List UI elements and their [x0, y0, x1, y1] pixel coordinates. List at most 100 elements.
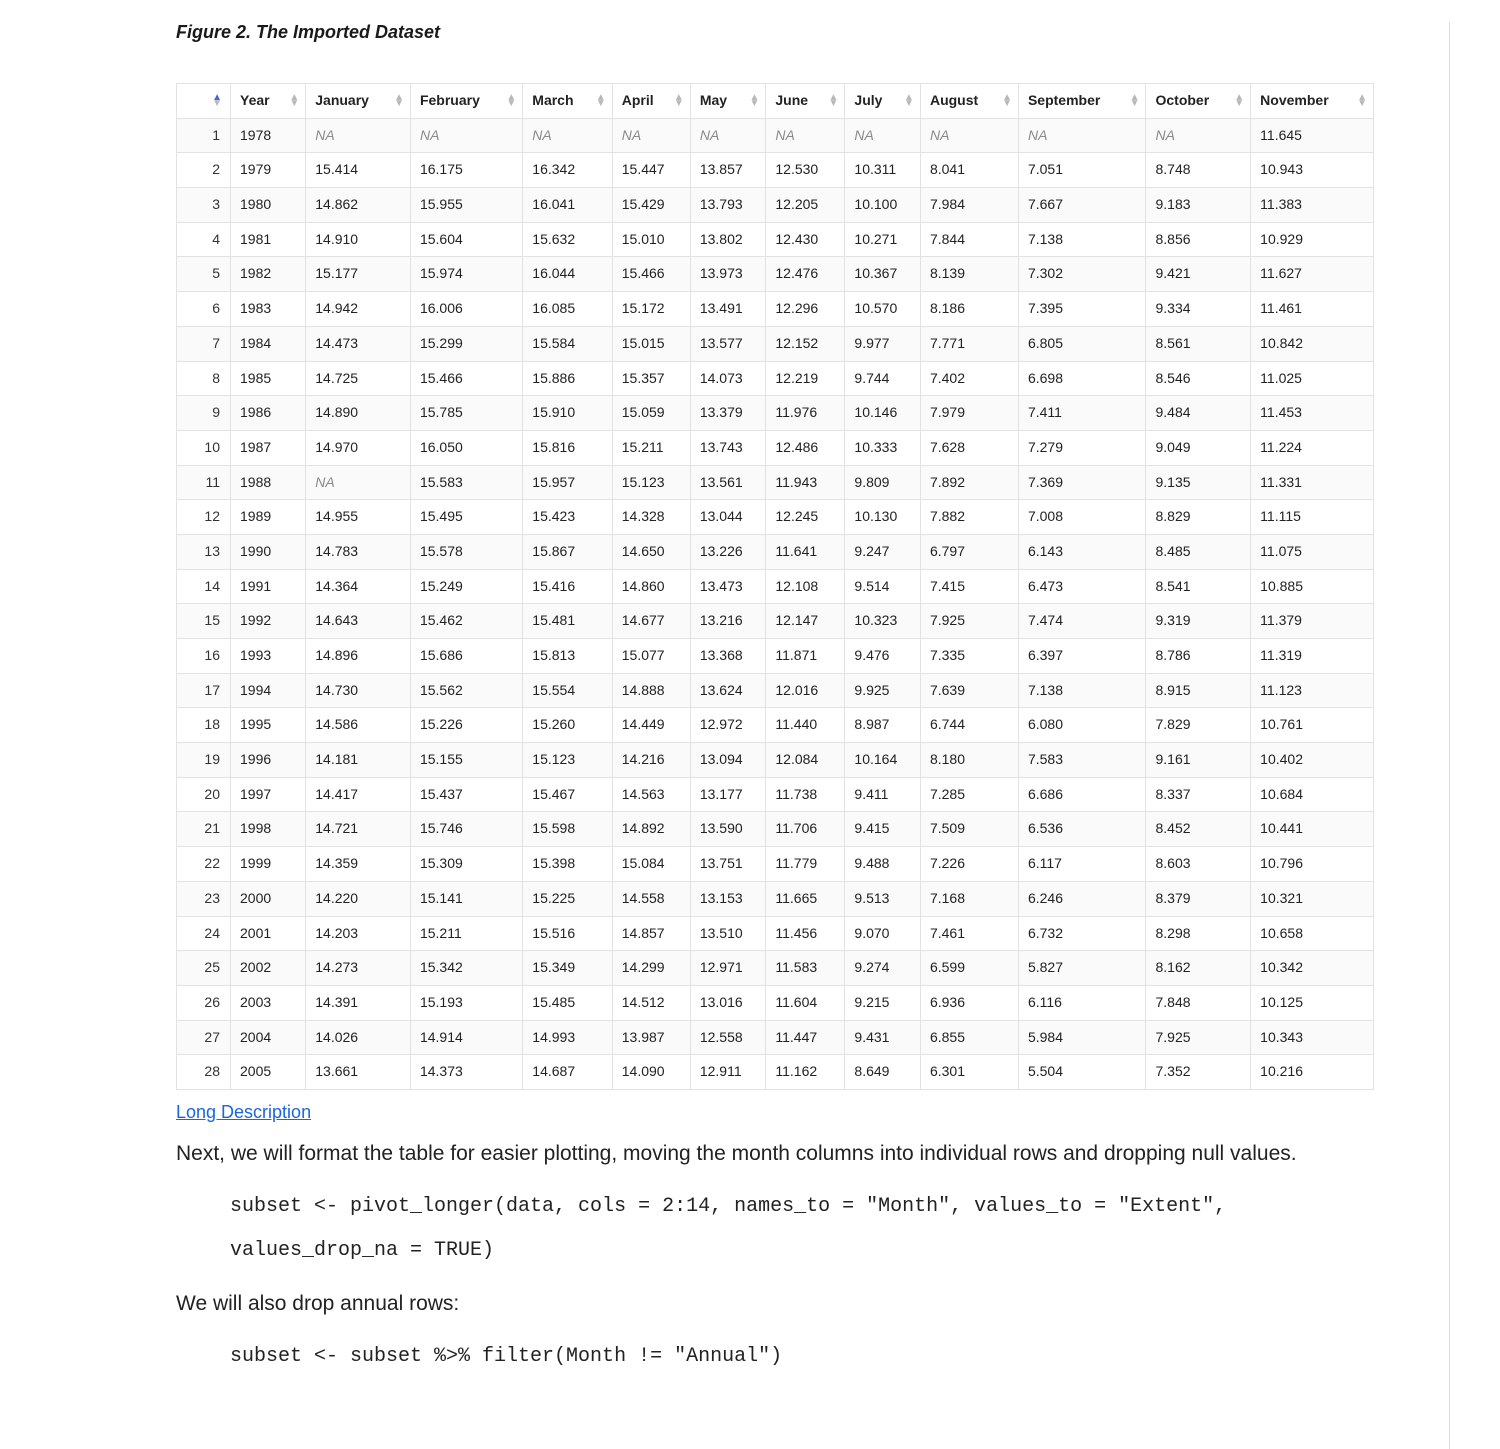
cell: 14.417: [306, 777, 411, 812]
column-header-january[interactable]: January▲▼: [306, 84, 411, 119]
cell: 7.008: [1018, 500, 1146, 535]
table-row: 22199914.35915.30915.39815.08413.75111.7…: [177, 847, 1374, 882]
cell: 10.100: [845, 188, 921, 223]
row-number: 2: [177, 153, 231, 188]
sort-icon: ▲▼: [185, 95, 222, 107]
cell: 15.886: [523, 361, 612, 396]
cell: NA: [766, 118, 845, 153]
column-header-may[interactable]: May▲▼: [690, 84, 766, 119]
cell: 10.321: [1251, 881, 1374, 916]
column-header-label: October: [1155, 92, 1209, 108]
cell: 8.856: [1146, 222, 1251, 257]
row-number: 15: [177, 604, 231, 639]
cell: 15.686: [410, 639, 522, 674]
row-number: 23: [177, 881, 231, 916]
cell: 15.123: [612, 465, 690, 500]
cell: 14.942: [306, 292, 411, 327]
cell: 15.177: [306, 257, 411, 292]
cell: 14.860: [612, 569, 690, 604]
cell: 15.632: [523, 222, 612, 257]
cell: 8.649: [845, 1055, 921, 1090]
cell: 12.530: [766, 153, 845, 188]
table-row: 12198914.95515.49515.42314.32813.04412.2…: [177, 500, 1374, 535]
cell: 15.141: [410, 881, 522, 916]
row-number: 25: [177, 951, 231, 986]
cell: 1986: [231, 396, 306, 431]
cell: 15.462: [410, 604, 522, 639]
cell: 12.245: [766, 500, 845, 535]
row-number: 14: [177, 569, 231, 604]
cell: 11.123: [1251, 673, 1374, 708]
row-number: 17: [177, 673, 231, 708]
column-header-august[interactable]: August▲▼: [920, 84, 1018, 119]
cell: 7.415: [920, 569, 1018, 604]
sort-icon: ▲▼: [506, 95, 516, 107]
row-number: 26: [177, 985, 231, 1020]
cell: 14.090: [612, 1055, 690, 1090]
cell: 15.466: [410, 361, 522, 396]
cell: 11.461: [1251, 292, 1374, 327]
cell: 11.453: [1251, 396, 1374, 431]
cell: 10.164: [845, 743, 921, 778]
row-number: 27: [177, 1020, 231, 1055]
column-header-july[interactable]: July▲▼: [845, 84, 921, 119]
cell: 7.639: [920, 673, 1018, 708]
cell: 11.456: [766, 916, 845, 951]
cell: 7.882: [920, 500, 1018, 535]
cell: 15.260: [523, 708, 612, 743]
table-row: 111988NA15.58315.95715.12313.56111.9439.…: [177, 465, 1374, 500]
cell: 14.857: [612, 916, 690, 951]
cell: 9.319: [1146, 604, 1251, 639]
cell: 13.857: [690, 153, 766, 188]
cell: 13.561: [690, 465, 766, 500]
cell: 12.152: [766, 326, 845, 361]
cell: 12.486: [766, 430, 845, 465]
long-description-link[interactable]: Long Description: [176, 1102, 311, 1123]
cell: 14.896: [306, 639, 411, 674]
sort-icon: ▲▼: [829, 95, 839, 107]
cell: 8.041: [920, 153, 1018, 188]
column-header-june[interactable]: June▲▼: [766, 84, 845, 119]
cell: 8.186: [920, 292, 1018, 327]
column-header-november[interactable]: November▲▼: [1251, 84, 1374, 119]
cell: 15.955: [410, 188, 522, 223]
sort-icon: ▲▼: [749, 95, 759, 107]
code-block-2: subset <- subset %>% filter(Month != "An…: [230, 1335, 1374, 1379]
row-number: 18: [177, 708, 231, 743]
cell: 8.603: [1146, 847, 1251, 882]
cell: 15.495: [410, 500, 522, 535]
column-header-index[interactable]: ▲▼: [177, 84, 231, 119]
cell: 9.925: [845, 673, 921, 708]
cell: 7.509: [920, 812, 1018, 847]
cell: 15.467: [523, 777, 612, 812]
column-header-label: February: [420, 92, 480, 108]
column-header-year[interactable]: Year▲▼: [231, 84, 306, 119]
column-header-april[interactable]: April▲▼: [612, 84, 690, 119]
cell: 15.974: [410, 257, 522, 292]
column-header-label: January: [315, 92, 369, 108]
cell: 14.721: [306, 812, 411, 847]
cell: NA: [410, 118, 522, 153]
cell: 1997: [231, 777, 306, 812]
cell: 13.226: [690, 534, 766, 569]
cell: 8.337: [1146, 777, 1251, 812]
column-header-october[interactable]: October▲▼: [1146, 84, 1251, 119]
cell: 2002: [231, 951, 306, 986]
row-number: 1: [177, 118, 231, 153]
cell: 13.094: [690, 743, 766, 778]
column-header-september[interactable]: September▲▼: [1018, 84, 1146, 119]
cell: 11.025: [1251, 361, 1374, 396]
cell: 15.155: [410, 743, 522, 778]
cell: NA: [690, 118, 766, 153]
cell: 9.334: [1146, 292, 1251, 327]
cell: 6.797: [920, 534, 1018, 569]
cell: 7.168: [920, 881, 1018, 916]
cell: 11.440: [766, 708, 845, 743]
column-header-march[interactable]: March▲▼: [523, 84, 612, 119]
cell: 14.364: [306, 569, 411, 604]
cell: 6.080: [1018, 708, 1146, 743]
cell: 9.049: [1146, 430, 1251, 465]
cell: 14.203: [306, 916, 411, 951]
cell: 15.059: [612, 396, 690, 431]
column-header-february[interactable]: February ▲▼: [410, 84, 522, 119]
